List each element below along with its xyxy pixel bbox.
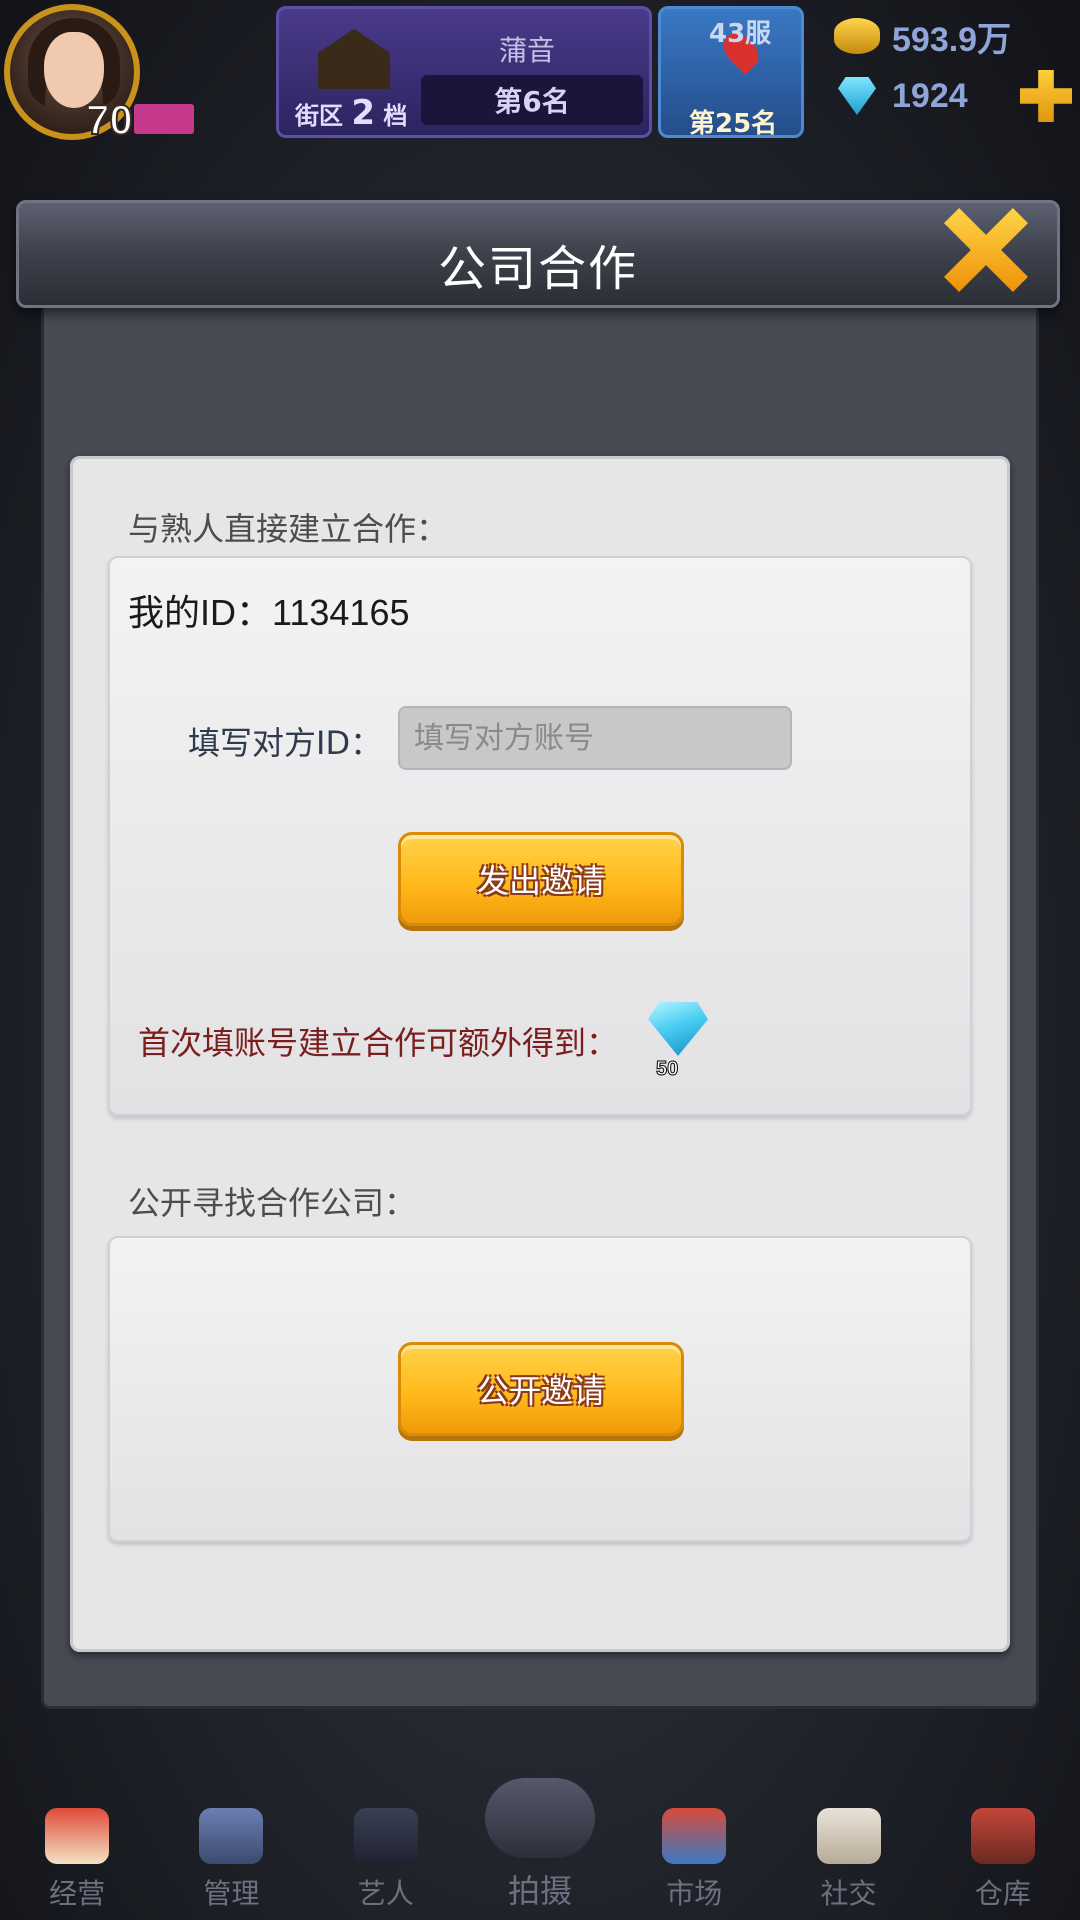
cooperation-panel: 与熟人直接建立合作： 我的ID：1134165 填写对方ID： 发出邀请 首次填… — [70, 456, 1010, 1652]
district-name: 蒲音 — [499, 34, 556, 67]
warehouse-icon — [970, 1808, 1035, 1864]
film-camera-icon — [484, 1778, 595, 1858]
nav-item-management[interactable]: 管理 — [166, 1808, 296, 1912]
send-invite-button[interactable]: 发出邀请 — [398, 832, 684, 926]
bonus-gem-count: 50 — [655, 1058, 679, 1081]
nav-item-business[interactable]: 经营 — [12, 1808, 142, 1912]
district-suffix: 档 — [383, 102, 408, 130]
district-tier: 街区 2 档 — [295, 93, 407, 133]
close-button[interactable] — [944, 208, 1028, 292]
diamond-icon — [838, 77, 876, 115]
server-rank: 第25名 — [689, 109, 778, 139]
coins-value: 593.9万 — [892, 20, 1012, 59]
public-cooperation-card: 公开邀请 — [108, 1236, 972, 1542]
district-number: 2 — [351, 93, 376, 133]
management-icon — [199, 1808, 264, 1864]
house-icon — [318, 29, 390, 89]
coin-icon — [834, 18, 880, 54]
coffee-cup-icon — [816, 1808, 881, 1864]
nav-label: 管理 — [203, 1877, 260, 1910]
nav-label: 社交 — [820, 1877, 877, 1910]
player-level: 70 — [85, 95, 134, 144]
my-id-value: 1134165 — [272, 592, 410, 633]
district-panel[interactable]: 街区 2 档 蒲音 第6名 — [276, 6, 652, 138]
my-id-label: 我的ID： — [128, 592, 273, 633]
modal-title: 公司合作 — [437, 241, 638, 297]
partner-id-label: 填写对方ID： — [188, 724, 383, 762]
server-panel[interactable]: 43服 第25名 — [658, 6, 804, 139]
popcorn-icon — [45, 1808, 110, 1864]
district-prefix: 街区 — [295, 102, 343, 130]
nav-label: 市场 — [666, 1877, 723, 1910]
nav-item-social[interactable]: 社交 — [784, 1808, 914, 1912]
nav-item-shoot[interactable]: 拍摄 — [475, 1778, 605, 1912]
nav-label: 仓库 — [974, 1877, 1031, 1910]
top-hud: 70 街区 2 档 蒲音 第6名 43服 第25名 593.9万 1924 — [0, 0, 1080, 150]
level-progress-bar — [134, 104, 194, 134]
modal-header: 公司合作 — [16, 200, 1060, 308]
direct-cooperation-title: 与熟人直接建立合作： — [128, 510, 449, 548]
nav-item-artist[interactable]: 艺人 — [321, 1808, 451, 1912]
artist-icon — [353, 1808, 418, 1864]
partner-id-input[interactable] — [398, 706, 792, 770]
direct-cooperation-card: 我的ID：1134165 填写对方ID： 发出邀请 首次填账号建立合作可额外得到… — [108, 556, 972, 1116]
market-icon — [662, 1808, 727, 1864]
nav-item-market[interactable]: 市场 — [629, 1808, 759, 1912]
nav-label: 拍摄 — [507, 1872, 572, 1910]
district-rank: 第6名 — [421, 75, 643, 125]
public-invite-button[interactable]: 公开邀请 — [398, 1342, 684, 1436]
close-icon — [944, 208, 1028, 292]
server-name: 43服 — [709, 19, 772, 49]
nav-label: 经营 — [49, 1877, 106, 1910]
first-bonus-text: 首次填账号建立合作可额外得到： — [138, 1024, 619, 1062]
diamond-icon — [648, 1002, 708, 1056]
gems-value: 1924 — [892, 76, 968, 115]
public-cooperation-title: 公开寻找合作公司： — [128, 1184, 417, 1222]
bottom-nav: 经营 管理 艺人 拍摄 市场 社交 仓库 — [0, 1770, 1080, 1920]
coins-display: 593.9万 — [826, 8, 1076, 64]
my-id-row: 我的ID：1134165 — [128, 584, 410, 636]
nav-item-warehouse[interactable]: 仓库 — [938, 1808, 1068, 1912]
nav-label: 艺人 — [357, 1877, 414, 1910]
